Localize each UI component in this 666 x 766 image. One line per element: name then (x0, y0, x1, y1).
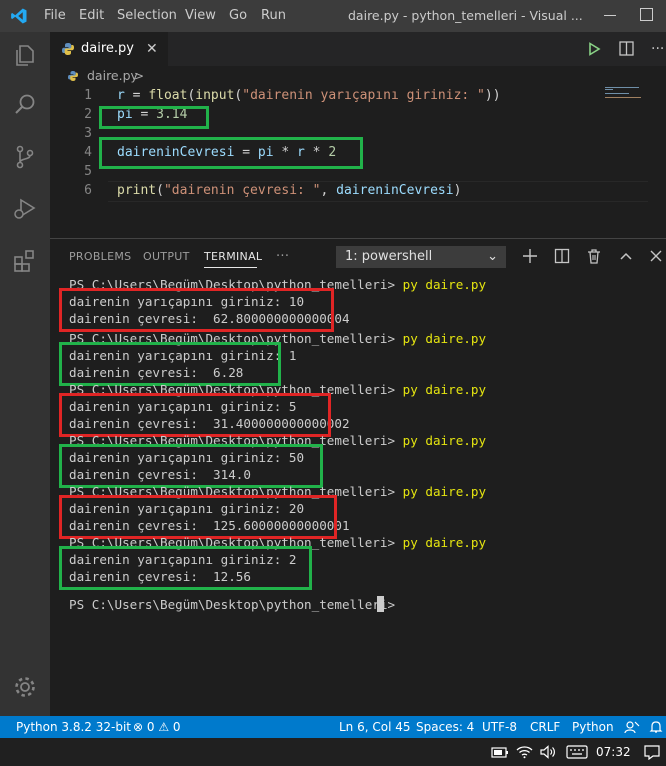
breadcrumb-chevron-icon: > (134, 69, 145, 83)
terminal-command: py daire.py (402, 277, 487, 292)
trash-icon[interactable] (586, 248, 602, 264)
terminal[interactable]: PS C:\Users\Begüm\Desktop\python_temelle… (50, 274, 666, 716)
maximize-panel-icon[interactable] (618, 248, 634, 264)
search-icon[interactable] (12, 92, 38, 118)
problems-count[interactable]: ⊗ 0 ⚠ 0 (133, 716, 181, 738)
status-bar: Python 3.8.2 32-bit ⊗ 0 ⚠ 0 Ln 6, Col 45… (0, 716, 666, 738)
menu-view[interactable]: View (185, 0, 216, 32)
breadcrumb: daire.py > (50, 66, 666, 86)
close-panel-icon[interactable] (648, 248, 664, 264)
tab-label: daire.py (81, 41, 134, 56)
keyboard-icon[interactable] (566, 745, 588, 759)
tab-terminal[interactable]: TERMINAL (204, 239, 262, 274)
language-mode[interactable]: Python (572, 716, 614, 738)
python-file-icon (62, 43, 74, 55)
panel-header: PROBLEMS OUTPUT TERMINAL ··· 1: powershe… (50, 239, 666, 274)
more-actions-icon[interactable]: ··· (651, 32, 664, 66)
code-editor[interactable]: 1 2 3 4 5 6 r = float(input("dairenin ya… (50, 86, 666, 238)
terminal-select[interactable]: 1: powershell ⌄ (336, 246, 506, 268)
maximize-button[interactable] (640, 8, 653, 21)
line-number: 6 (84, 183, 92, 198)
line-ending[interactable]: CRLF (530, 716, 560, 738)
line-number: 4 (84, 145, 92, 160)
title-bar: File Edit Selection View Go Run daire.py… (0, 0, 666, 32)
settings-gear-icon[interactable] (12, 674, 38, 700)
source-control-icon[interactable] (12, 144, 38, 170)
menu-file[interactable]: File (44, 0, 66, 32)
terminal-command: py daire.py (402, 382, 487, 397)
terminal-cursor (377, 596, 384, 612)
windows-taskbar: 07:32 (0, 738, 666, 766)
volume-icon[interactable] (540, 745, 557, 759)
vscode-logo-icon[interactable] (10, 7, 28, 25)
highlight-box-red (59, 393, 331, 437)
menu-selection[interactable]: Selection (117, 0, 177, 32)
line-number: 5 (84, 164, 92, 179)
run-debug-icon[interactable] (12, 196, 38, 222)
tab-output[interactable]: OUTPUT (143, 239, 190, 274)
encoding[interactable]: UTF-8 (482, 716, 517, 738)
minimize-button[interactable] (604, 8, 618, 22)
line-number: 1 (84, 88, 92, 103)
run-python-file-icon[interactable] (587, 42, 601, 56)
active-tab-indicator (204, 267, 257, 268)
menu-run[interactable]: Run (261, 0, 286, 32)
code-line: r = float(input("dairenin yarıçapını gir… (117, 88, 501, 103)
highlight-box-red (59, 288, 334, 332)
python-interpreter[interactable]: Python 3.8.2 32-bit (16, 716, 131, 738)
chevron-down-icon: ⌄ (487, 249, 498, 264)
terminal-final-prompt: PS C:\Users\Begüm\Desktop\python_temelle… (69, 597, 403, 612)
code-line: print("dairenin çevresi: ", daireninCevr… (117, 183, 462, 198)
python-file-icon (68, 71, 78, 81)
tab-close-icon[interactable]: ✕ (146, 32, 158, 66)
new-terminal-icon[interactable] (522, 248, 538, 264)
notifications-bell-icon[interactable] (649, 720, 663, 734)
minimap[interactable] (605, 86, 651, 106)
line-number: 2 (84, 107, 92, 122)
taskbar-clock[interactable]: 07:32 (596, 738, 631, 766)
split-editor-icon[interactable] (619, 41, 634, 56)
tab-daire-py[interactable]: daire.py ✕ (50, 32, 168, 66)
terminal-command: py daire.py (402, 331, 487, 346)
window-title: daire.py - python_temelleri - Visual ... (348, 8, 583, 23)
highlight-box-green (59, 546, 312, 590)
terminal-command: py daire.py (402, 433, 487, 448)
tab-problems[interactable]: PROBLEMS (69, 239, 131, 274)
more-views-icon[interactable]: ··· (276, 239, 289, 274)
terminal-command: py daire.py (402, 484, 487, 499)
editor-tab-bar: daire.py ✕ ··· (50, 32, 666, 66)
highlight-box-green (99, 137, 363, 169)
highlight-box-red (59, 495, 337, 539)
action-center-icon[interactable] (644, 745, 660, 760)
highlight-box-green (59, 444, 323, 488)
extensions-icon[interactable] (12, 248, 38, 274)
indentation[interactable]: Spaces: 4 (416, 716, 474, 738)
terminal-command: py daire.py (402, 535, 487, 550)
terminal-select-value: 1: powershell (345, 249, 433, 264)
battery-icon[interactable] (491, 746, 509, 759)
cursor-position[interactable]: Ln 6, Col 45 (339, 716, 411, 738)
menu-edit[interactable]: Edit (79, 0, 104, 32)
highlight-box-green (99, 106, 209, 129)
menu-go[interactable]: Go (229, 0, 247, 32)
line-number: 3 (84, 126, 92, 141)
wifi-icon[interactable] (516, 745, 533, 759)
explorer-icon[interactable] (12, 42, 38, 68)
highlight-box-green (59, 342, 281, 386)
split-terminal-icon[interactable] (554, 248, 570, 264)
feedback-icon[interactable] (624, 720, 640, 734)
breadcrumb-file[interactable]: daire.py (87, 66, 138, 86)
activity-bar (0, 32, 50, 716)
